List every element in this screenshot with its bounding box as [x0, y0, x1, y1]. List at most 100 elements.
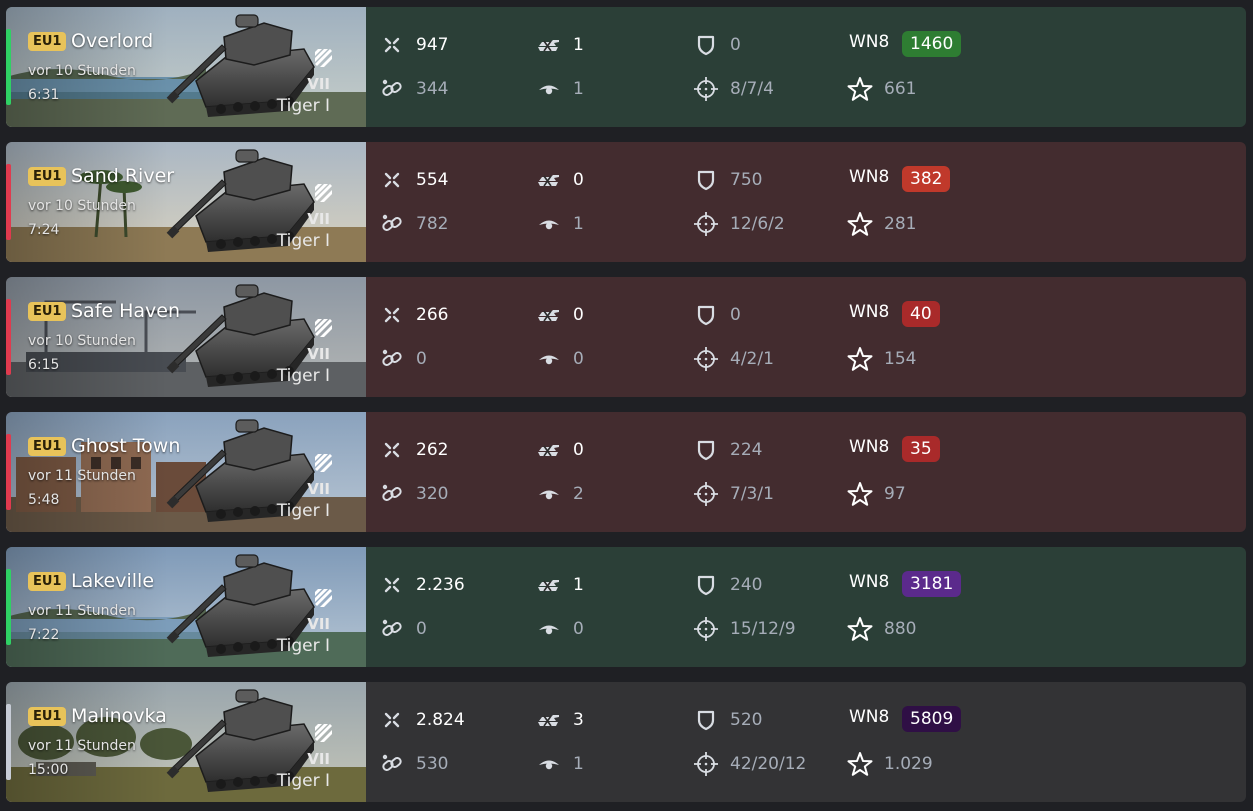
frags-value: 3 [573, 710, 584, 730]
star-icon [846, 210, 874, 238]
tank-tier: VII [307, 615, 330, 633]
assist-stat: 344 [378, 75, 448, 103]
destroyed-tank-icon [535, 436, 563, 464]
damage-stat: 2.824 [378, 706, 465, 734]
eye-icon [535, 480, 563, 508]
wn8-label: WN8 [849, 572, 890, 592]
damage-stat: 554 [378, 166, 448, 194]
frags-stat: 0 [535, 166, 584, 194]
crosshair-icon [692, 480, 720, 508]
star-icon [846, 345, 874, 373]
spotted-stat: 2 [535, 480, 584, 508]
shots-value: 8/7/4 [730, 79, 774, 99]
battle-row[interactable]: EU1 Malinovka vor 11 Stunden 15:00 VII T… [6, 682, 1246, 802]
xp-stat: 880 [846, 615, 916, 643]
assist-value: 320 [416, 484, 449, 504]
star-icon [846, 615, 874, 643]
frags-stat: 1 [535, 571, 584, 599]
heavy-tank-class-icon [312, 452, 334, 474]
shots-stat: 42/20/12 [692, 750, 806, 778]
chain-link-icon [378, 750, 406, 778]
xp-value: 1.029 [884, 754, 933, 774]
shots-stat: 15/12/9 [692, 615, 796, 643]
spotted-value: 2 [573, 484, 584, 504]
crosshair-icon [692, 750, 720, 778]
tank-name: Tiger I [276, 96, 330, 116]
assist-value: 0 [416, 619, 427, 639]
assist-value: 530 [416, 754, 449, 774]
wn8-label: WN8 [849, 302, 890, 322]
server-badge: EU1 [28, 437, 67, 456]
tank-name: Tiger I [276, 501, 330, 521]
wn8-badge: 35 [902, 436, 940, 462]
heavy-tank-class-icon [312, 317, 334, 339]
battle-duration: 6:15 [28, 357, 60, 373]
heavy-tank-class-icon [312, 722, 334, 744]
spotted-stat: 0 [535, 615, 584, 643]
wn8-label: WN8 [849, 32, 890, 52]
heavy-tank-class-icon [312, 587, 334, 609]
shots-value: 12/6/2 [730, 214, 785, 234]
assist-stat: 0 [378, 615, 427, 643]
shield-icon [692, 571, 720, 599]
blocked-value: 520 [730, 710, 763, 730]
battle-time-ago: vor 10 Stunden [28, 63, 136, 79]
result-indicator [6, 434, 11, 510]
crosshair-icon [692, 345, 720, 373]
battle-row[interactable]: EU1 Overlord vor 10 Stunden 6:31 VII Tig… [6, 7, 1246, 127]
map-name: Safe Haven [71, 300, 181, 322]
result-indicator [6, 29, 11, 105]
battle-time-ago: vor 11 Stunden [28, 603, 136, 619]
assist-stat: 320 [378, 480, 448, 508]
battle-duration: 5:48 [28, 492, 60, 508]
xp-stat: 281 [846, 210, 916, 238]
xp-stat: 661 [846, 75, 916, 103]
blocked-value: 0 [730, 305, 741, 325]
damage-value: 266 [416, 305, 449, 325]
tank-name: Tiger I [276, 771, 330, 791]
battle-time-ago: vor 10 Stunden [28, 198, 136, 214]
battle-duration: 6:31 [28, 87, 60, 103]
damage-value: 262 [416, 440, 449, 460]
star-icon [846, 750, 874, 778]
assist-stat: 0 [378, 345, 427, 373]
xp-value: 661 [884, 79, 917, 99]
assist-value: 344 [416, 79, 449, 99]
chain-link-icon [378, 480, 406, 508]
tank-tier: VII [307, 345, 330, 363]
damage-value: 2.824 [416, 710, 465, 730]
spotted-value: 1 [573, 79, 584, 99]
frags-stat: 3 [535, 706, 584, 734]
blocked-stat: 224 [692, 436, 762, 464]
battle-row[interactable]: EU1 Safe Haven vor 10 Stunden 6:15 VII T… [6, 277, 1246, 397]
battle-row[interactable]: EU1 Sand River vor 10 Stunden 7:24 VII T… [6, 142, 1246, 262]
crossed-swords-icon [378, 31, 406, 59]
blocked-value: 240 [730, 575, 763, 595]
tank-tier: VII [307, 480, 330, 498]
star-icon [846, 75, 874, 103]
map-name: Ghost Town [71, 435, 181, 457]
crossed-swords-icon [378, 706, 406, 734]
xp-value: 154 [884, 349, 917, 369]
xp-value: 281 [884, 214, 917, 234]
chain-link-icon [378, 75, 406, 103]
spotted-value: 0 [573, 619, 584, 639]
spotted-stat: 1 [535, 750, 584, 778]
battle-duration: 15:00 [28, 762, 69, 778]
battle-row[interactable]: EU1 Lakeville vor 11 Stunden 7:22 VII Ti… [6, 547, 1246, 667]
frags-value: 0 [573, 305, 584, 325]
damage-stat: 266 [378, 301, 448, 329]
spotted-value: 1 [573, 214, 584, 234]
battle-time-ago: vor 11 Stunden [28, 468, 136, 484]
shots-value: 7/3/1 [730, 484, 774, 504]
server-badge: EU1 [28, 302, 67, 321]
result-indicator [6, 704, 11, 780]
eye-icon [535, 615, 563, 643]
frags-value: 1 [573, 35, 584, 55]
wn8-badge: 1460 [902, 31, 962, 57]
shots-stat: 4/2/1 [692, 345, 774, 373]
battle-row[interactable]: EU1 Ghost Town vor 11 Stunden 5:48 VII T… [6, 412, 1246, 532]
server-badge: EU1 [28, 167, 67, 186]
blocked-value: 0 [730, 35, 741, 55]
xp-value: 880 [884, 619, 917, 639]
